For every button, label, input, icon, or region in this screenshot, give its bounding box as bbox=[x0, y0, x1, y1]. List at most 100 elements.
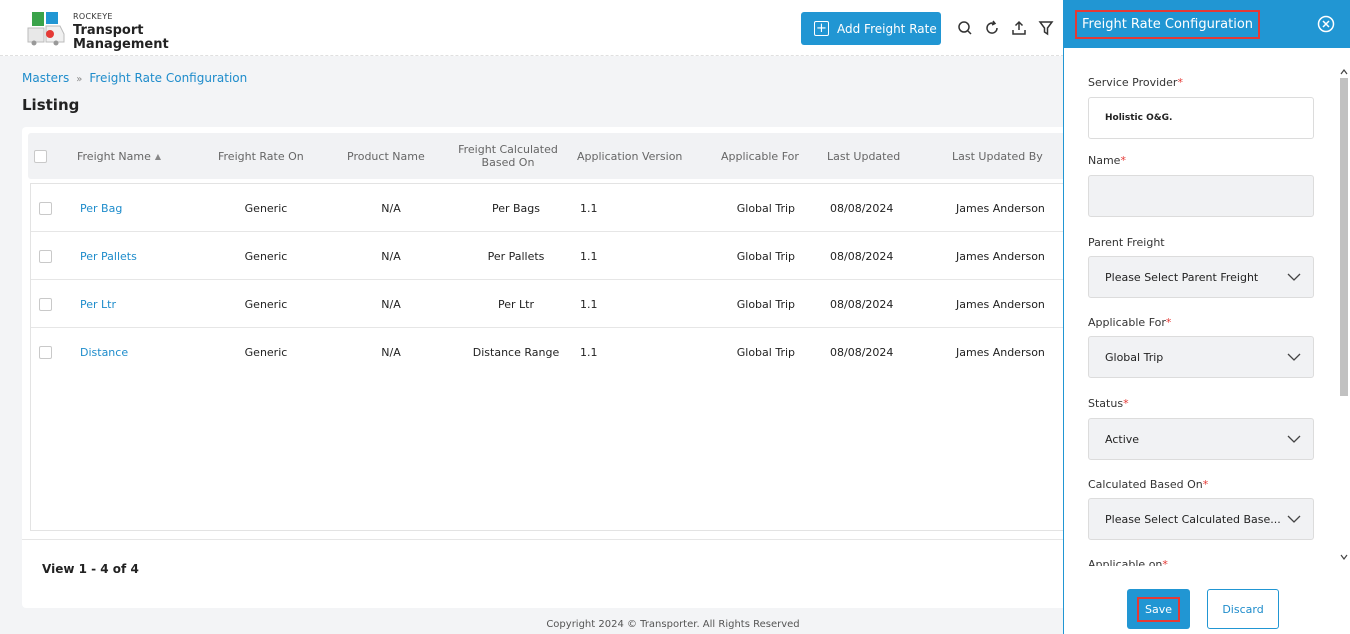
freight-rate-panel: Freight Rate Configuration Service Provi… bbox=[1063, 0, 1350, 634]
column-label: Last Updated bbox=[827, 149, 901, 163]
cell-product: N/A bbox=[381, 249, 401, 263]
row-checkbox-cell bbox=[39, 328, 52, 376]
cell-applicable-for: Global Trip bbox=[736, 249, 795, 263]
column-application-version: Application Version bbox=[577, 133, 682, 179]
name-input[interactable] bbox=[1088, 175, 1314, 217]
column-product-name: Product Name bbox=[347, 133, 425, 179]
cell-last-updated-by: James Anderson bbox=[956, 201, 1045, 215]
column-freight-calculated-based-on: Freight Calculated Based On bbox=[458, 133, 558, 179]
cell-last-updated: 08/08/2024 bbox=[830, 201, 894, 215]
brand-name: ROCKEYE Transport Management bbox=[73, 10, 169, 52]
page-title: Listing bbox=[22, 96, 80, 114]
column-label: Application Version bbox=[577, 149, 683, 163]
column-last-updated-by: Last Updated By bbox=[952, 133, 1043, 179]
cell-rate-on: Generic bbox=[244, 345, 288, 359]
brand-small: ROCKEYE bbox=[73, 12, 113, 21]
cell-product: N/A bbox=[381, 297, 401, 311]
status-label: Status* bbox=[1088, 397, 1129, 410]
panel-title: Freight Rate Configuration bbox=[1075, 10, 1261, 39]
freight-name-link[interactable]: Per Pallets bbox=[80, 232, 137, 280]
chevron-down-icon bbox=[1287, 515, 1301, 523]
close-icon[interactable] bbox=[1317, 15, 1335, 33]
add-freight-rate-button[interactable]: + Add Freight Rate bbox=[801, 12, 941, 45]
select-all-checkbox[interactable] bbox=[34, 149, 47, 163]
table-header: Freight Name ▲ Freight Rate On Product Na… bbox=[28, 133, 1072, 179]
freight-name-link[interactable]: Per Bag bbox=[80, 184, 122, 232]
chevron-down-icon bbox=[1287, 435, 1301, 443]
calculated-based-on-label: Calculated Based On* bbox=[1088, 478, 1209, 491]
freight-name-link[interactable]: Distance bbox=[80, 328, 128, 376]
discard-button[interactable]: Discard bbox=[1207, 589, 1279, 629]
cell-based-on: Per Bags bbox=[491, 201, 541, 215]
calculated-based-on-select[interactable]: Please Select Calculated Base... bbox=[1088, 498, 1314, 540]
breadcrumb: Masters » Freight Rate Configuration bbox=[22, 71, 247, 85]
column-label: Freight Rate On bbox=[218, 149, 304, 163]
cell-rate-on: Generic bbox=[244, 249, 288, 263]
row-checkbox[interactable] bbox=[39, 201, 52, 215]
pager-divider bbox=[22, 539, 1072, 540]
name-label: Name* bbox=[1088, 154, 1126, 167]
column-label: Freight Calculated Based On bbox=[458, 143, 558, 169]
cell-applicable-for: Global Trip bbox=[736, 297, 795, 311]
service-provider-field[interactable]: Holistic O&G. bbox=[1088, 97, 1314, 139]
panel-header: Freight Rate Configuration bbox=[1064, 0, 1350, 48]
cell-product: N/A bbox=[381, 201, 401, 215]
cell-last-updated-by: James Anderson bbox=[956, 297, 1045, 311]
search-icon[interactable] bbox=[956, 19, 974, 37]
cell-last-updated: 08/08/2024 bbox=[830, 345, 894, 359]
upload-icon[interactable] bbox=[1010, 19, 1028, 37]
cell-version: 1.1 bbox=[580, 297, 598, 311]
cell-version: 1.1 bbox=[580, 201, 598, 215]
table-body: Per Bag Generic N/A Per Bags 1.1 Global … bbox=[30, 183, 1072, 531]
row-checkbox[interactable] bbox=[39, 249, 52, 263]
freight-name-link[interactable]: Per Ltr bbox=[80, 280, 116, 328]
pager-text: View 1 - 4 of 4 bbox=[42, 562, 139, 576]
column-applicable-for: Applicable For bbox=[721, 133, 799, 179]
column-freight-name[interactable]: Freight Name ▲ bbox=[77, 133, 161, 179]
cell-rate-on: Generic bbox=[244, 201, 288, 215]
save-button[interactable]: Save bbox=[1127, 589, 1190, 629]
cell-version: 1.1 bbox=[580, 345, 598, 359]
applicable-for-select[interactable]: Global Trip bbox=[1088, 336, 1314, 378]
filter-icon[interactable] bbox=[1037, 19, 1055, 37]
brand-line2: Management bbox=[73, 37, 169, 52]
column-label: Last Updated By bbox=[952, 149, 1043, 163]
breadcrumb-current[interactable]: Freight Rate Configuration bbox=[89, 71, 247, 85]
row-checkbox-cell bbox=[39, 184, 52, 232]
parent-freight-value: Please Select Parent Freight bbox=[1105, 270, 1259, 284]
sort-icon[interactable]: ▲ bbox=[155, 150, 161, 163]
save-label: Save bbox=[1136, 596, 1180, 622]
table-row: Per Pallets Generic N/A Per Pallets 1.1 … bbox=[31, 232, 1071, 280]
cell-applicable-for: Global Trip bbox=[736, 201, 795, 215]
row-checkbox[interactable] bbox=[39, 345, 52, 359]
parent-freight-label: Parent Freight bbox=[1088, 236, 1165, 249]
cell-rate-on: Generic bbox=[244, 297, 288, 311]
applicable-for-value: Global Trip bbox=[1105, 350, 1164, 364]
row-checkbox-cell bbox=[39, 280, 52, 328]
status-select[interactable]: Active bbox=[1088, 418, 1314, 460]
top-header: ROCKEYE Transport Management + Add Freig… bbox=[0, 0, 1064, 56]
applicable-on-label: Applicable on* bbox=[1088, 558, 1168, 566]
table-row: Per Ltr Generic N/A Per Ltr 1.1 Global T… bbox=[31, 280, 1071, 328]
row-checkbox-cell bbox=[39, 232, 52, 280]
cell-last-updated-by: James Anderson bbox=[956, 249, 1045, 263]
column-label: Freight Name bbox=[77, 149, 151, 163]
cell-product: N/A bbox=[381, 345, 401, 359]
row-checkbox[interactable] bbox=[39, 297, 52, 311]
cell-last-updated-by: James Anderson bbox=[956, 345, 1045, 359]
parent-freight-select[interactable]: Please Select Parent Freight bbox=[1088, 256, 1314, 298]
column-last-updated: Last Updated bbox=[827, 133, 900, 179]
select-all-checkbox-cell bbox=[34, 133, 47, 179]
chevron-down-icon bbox=[1287, 353, 1301, 361]
panel-scrollbar[interactable] bbox=[1338, 66, 1350, 566]
rockeye-logo bbox=[27, 12, 65, 46]
calculated-based-on-value: Please Select Calculated Base... bbox=[1105, 512, 1281, 526]
refresh-icon[interactable] bbox=[983, 19, 1001, 37]
breadcrumb-masters[interactable]: Masters bbox=[22, 71, 69, 85]
cell-last-updated: 08/08/2024 bbox=[830, 249, 894, 263]
status-value: Active bbox=[1105, 432, 1140, 446]
cell-version: 1.1 bbox=[580, 249, 598, 263]
applicable-for-label: Applicable For* bbox=[1088, 316, 1172, 329]
applicable-on-clip: Applicable on* bbox=[1064, 556, 1338, 566]
breadcrumb-separator-icon: » bbox=[76, 74, 83, 85]
